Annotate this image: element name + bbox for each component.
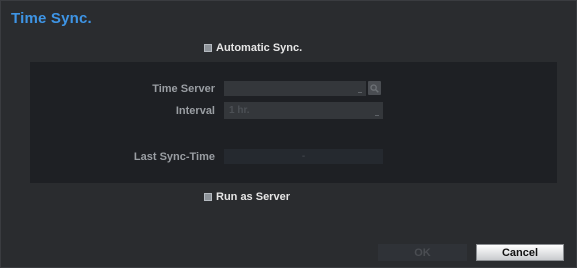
run-as-server-label: Run as Server	[216, 191, 290, 203]
interval-value: 1 hr.	[229, 105, 250, 116]
dialog-title: Time Sync.	[11, 10, 92, 27]
run-as-server-box[interactable]	[204, 193, 212, 201]
interval-select[interactable]: 1 hr.	[224, 102, 383, 119]
last-sync-time-value: -	[224, 149, 383, 164]
run-as-server-checkbox[interactable]: Run as Server	[204, 191, 290, 203]
cancel-button[interactable]: Cancel	[476, 244, 564, 261]
chevron-down-icon	[375, 115, 379, 116]
last-sync-time-label: Last Sync-Time	[133, 151, 215, 163]
ok-button[interactable]: OK	[378, 244, 467, 261]
interval-label: Interval	[175, 105, 215, 117]
time-server-search-button[interactable]	[368, 81, 381, 95]
time-server-underscore	[358, 92, 362, 93]
automatic-sync-label: Automatic Sync.	[216, 42, 303, 54]
search-icon	[370, 83, 379, 93]
time-server-input[interactable]	[224, 81, 366, 96]
time-server-label: Time Server	[152, 83, 215, 95]
automatic-sync-box[interactable]	[204, 44, 212, 52]
time-sync-dialog: Time Sync. Automatic Sync. Time Server I…	[0, 0, 577, 268]
automatic-sync-checkbox[interactable]: Automatic Sync.	[204, 42, 302, 54]
